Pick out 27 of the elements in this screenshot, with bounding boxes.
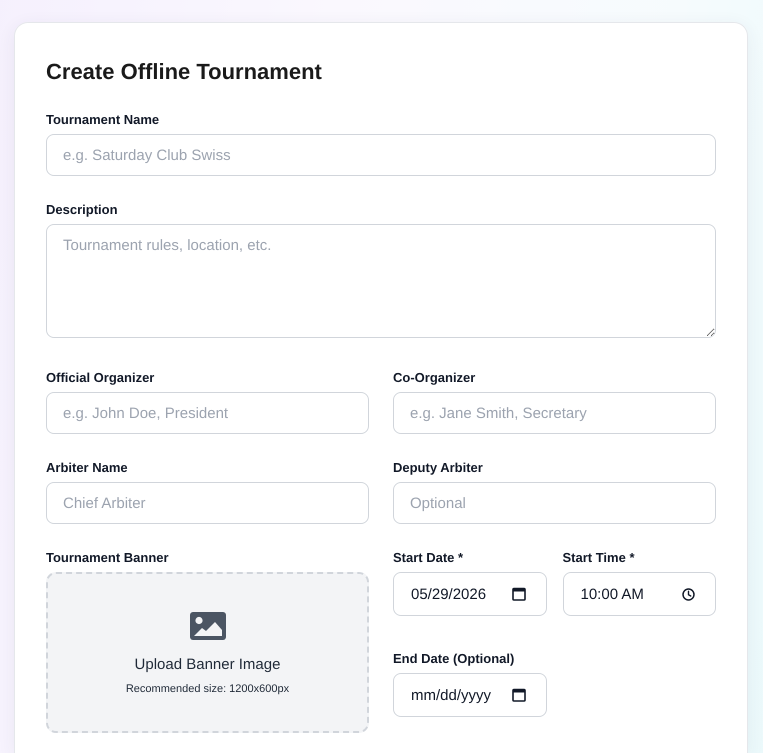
field-label: Co-Organizer [393,370,476,386]
date-input[interactable]: 05/29/2026 [393,572,546,616]
text-input[interactable]: Optional [393,482,716,524]
banner-upload-dropzone[interactable]: Upload Banner Image Recommended size: 1200x600px [46,572,369,733]
time-input[interactable]: 10:00 AM [562,572,716,616]
calendar-icon[interactable] [512,688,526,702]
textarea-input[interactable]: Tournament rules, location, etc. [46,224,716,338]
field-label: Start Date * [393,550,464,566]
date-input[interactable]: mm/dd/yyyy [393,673,546,717]
form-title: Create Offline Tournament [46,58,322,86]
field-label: End Date (Optional) [393,651,514,667]
field-label: Tournament Banner [46,550,169,566]
clock-icon[interactable] [682,588,695,600]
text-input[interactable]: e.g. Saturday Club Swiss [46,134,716,176]
upload-title: Upload Banner Image [134,656,280,674]
image-icon [190,612,226,640]
field-label: Start Time * [562,550,635,566]
text-input[interactable]: e.g. John Doe, President [46,392,369,434]
text-input[interactable]: Chief Arbiter [46,482,369,524]
field-label: Description [46,202,118,218]
calendar-icon[interactable] [512,587,526,601]
field-label: Official Organizer [46,370,154,386]
text-input[interactable]: e.g. Jane Smith, Secretary [393,392,716,434]
field-label: Tournament Name [46,112,160,128]
field-label: Deputy Arbiter [393,460,483,476]
size-hint: Recommended size: 1200x600px [126,682,290,696]
field-label: Arbiter Name [46,460,128,476]
